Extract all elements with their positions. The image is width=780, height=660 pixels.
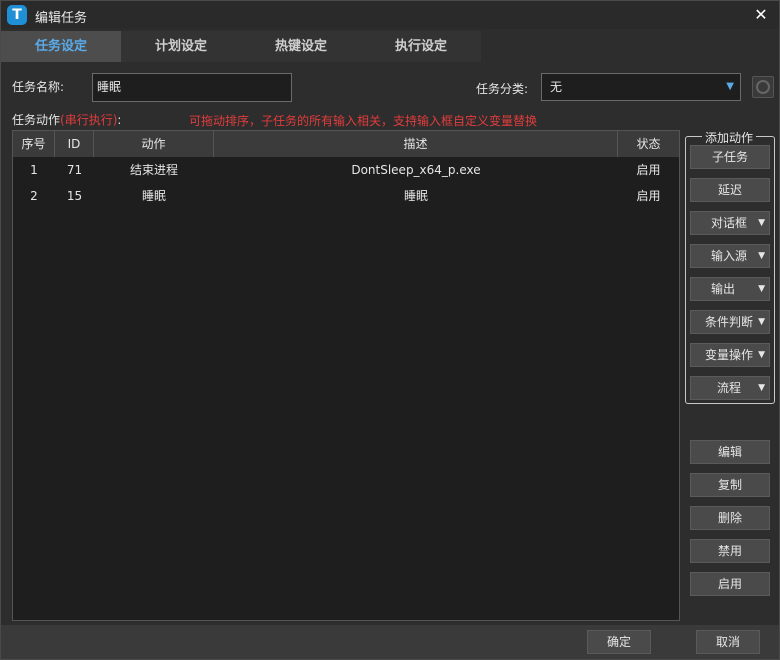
task-actions-label: 任务动作(串行执行): bbox=[12, 111, 121, 128]
caret-down-icon: ▼ bbox=[758, 218, 765, 228]
task-category-value: 无 bbox=[550, 80, 563, 94]
add-delay-button[interactable]: 延迟 bbox=[690, 178, 770, 202]
chevron-down-icon: ▼ bbox=[726, 81, 734, 92]
edit-button[interactable]: 编辑 bbox=[690, 440, 770, 464]
drag-sort-hint: 可拖动排序，子任务的所有输入相关，支持输入框自定义变量替换 bbox=[189, 114, 538, 128]
row-description: DontSleep_x64_p.exe bbox=[351, 163, 481, 177]
add-action-title: 添加动作 bbox=[702, 129, 757, 146]
col-id[interactable]: ID bbox=[55, 131, 94, 157]
row-status: 启用 bbox=[636, 163, 661, 177]
row-action: 睡眠 bbox=[141, 189, 166, 203]
delete-button[interactable]: 删除 bbox=[690, 506, 770, 530]
task-actions-table[interactable]: 序号 ID 动作 描述 状态 1 71 结束进程 DontSleep_x64_p… bbox=[12, 130, 680, 621]
tab-hotkey-settings[interactable]: 热键设定 bbox=[241, 31, 361, 62]
col-action[interactable]: 动作 bbox=[94, 131, 214, 157]
add-flow-button[interactable]: 流程 ▼ bbox=[690, 376, 770, 400]
caret-down-icon: ▼ bbox=[758, 317, 765, 327]
col-description[interactable]: 描述 bbox=[214, 131, 618, 157]
edit-task-window: T 编辑任务 ✕ 任务设定 计划设定 热键设定 执行设定 任务名称: 睡眠 任务… bbox=[0, 0, 780, 660]
task-actions-title: 任务动作 bbox=[12, 113, 61, 127]
settings-icon bbox=[756, 80, 770, 94]
col-status[interactable]: 状态 bbox=[618, 131, 679, 157]
table-row[interactable]: 2 15 睡眠 睡眠 启用 bbox=[13, 183, 679, 209]
cancel-button[interactable]: 取消 bbox=[696, 630, 760, 654]
add-dialog-label: 对话框 bbox=[711, 216, 748, 230]
table-header: 序号 ID 动作 描述 状态 bbox=[13, 131, 679, 157]
task-category-label: 任务分类: bbox=[476, 82, 529, 96]
task-name-input[interactable]: 睡眠 bbox=[92, 73, 292, 102]
category-settings-button[interactable] bbox=[752, 76, 774, 98]
tab-execution-settings[interactable]: 执行设定 bbox=[361, 31, 481, 62]
add-variable-op-button[interactable]: 变量操作 ▼ bbox=[690, 343, 770, 367]
caret-down-icon: ▼ bbox=[758, 251, 765, 261]
add-flow-label: 流程 bbox=[717, 381, 742, 395]
table-row[interactable]: 1 71 结束进程 DontSleep_x64_p.exe 启用 bbox=[13, 157, 679, 183]
tab-task-settings[interactable]: 任务设定 bbox=[1, 31, 121, 62]
add-subtask-button[interactable]: 子任务 bbox=[690, 145, 770, 169]
tab-schedule-settings[interactable]: 计划设定 bbox=[121, 31, 241, 62]
caret-down-icon: ▼ bbox=[758, 350, 765, 360]
caret-down-icon: ▼ bbox=[758, 284, 765, 294]
task-category-select[interactable]: 无 ▼ bbox=[541, 73, 741, 101]
ok-button[interactable]: 确定 bbox=[587, 630, 651, 654]
disable-button[interactable]: 禁用 bbox=[690, 539, 770, 563]
task-actions-colon: : bbox=[117, 113, 122, 127]
add-input-source-button[interactable]: 输入源 ▼ bbox=[690, 244, 770, 268]
app-logo-icon: T bbox=[7, 5, 27, 25]
close-icon[interactable]: ✕ bbox=[751, 5, 771, 25]
enable-button[interactable]: 启用 bbox=[690, 572, 770, 596]
caret-down-icon: ▼ bbox=[758, 383, 765, 393]
row-index: 2 bbox=[30, 189, 38, 203]
window-title: 编辑任务 bbox=[35, 11, 88, 26]
task-name-label: 任务名称: bbox=[12, 80, 65, 94]
tab-bar: 任务设定 计划设定 热键设定 执行设定 bbox=[1, 31, 779, 62]
row-index: 1 bbox=[30, 163, 38, 177]
row-id: 15 bbox=[66, 189, 83, 203]
row-description: 睡眠 bbox=[403, 189, 428, 203]
row-id: 71 bbox=[66, 163, 83, 177]
add-condition-label: 条件判断 bbox=[705, 315, 754, 329]
copy-button[interactable]: 复制 bbox=[690, 473, 770, 497]
add-dialog-button[interactable]: 对话框 ▼ bbox=[690, 211, 770, 235]
add-output-button[interactable]: 输出 ▼ bbox=[690, 277, 770, 301]
row-action: 结束进程 bbox=[129, 163, 178, 177]
row-status: 启用 bbox=[636, 189, 661, 203]
execution-mode: (串行执行) bbox=[60, 113, 118, 127]
add-variable-op-label: 变量操作 bbox=[705, 348, 754, 362]
add-input-source-label: 输入源 bbox=[711, 249, 748, 263]
footer-bar: 确定 取消 bbox=[1, 625, 779, 659]
add-output-label: 输出 bbox=[711, 282, 736, 296]
add-condition-button[interactable]: 条件判断 ▼ bbox=[690, 310, 770, 334]
col-index[interactable]: 序号 bbox=[13, 131, 55, 157]
title-bar: T 编辑任务 ✕ bbox=[1, 1, 779, 29]
